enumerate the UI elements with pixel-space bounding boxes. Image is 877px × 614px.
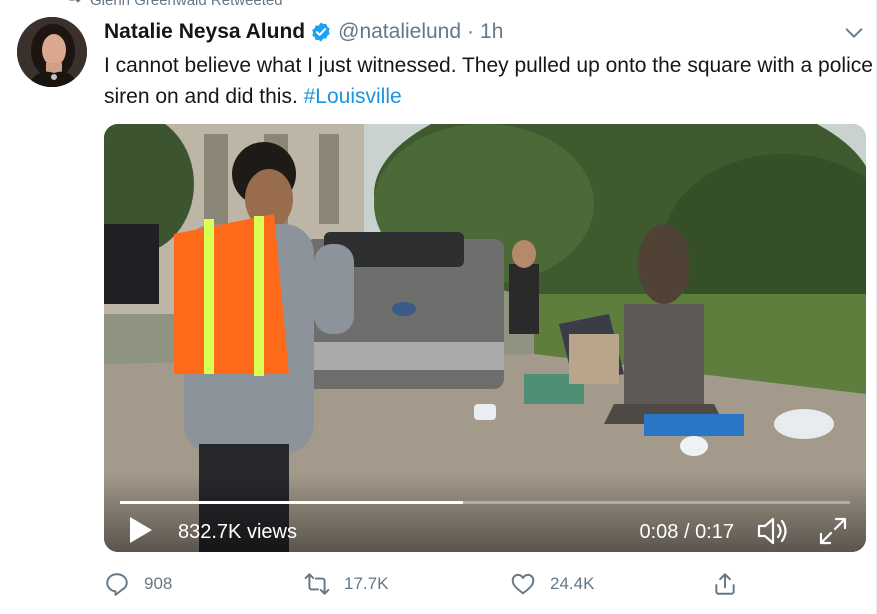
chevron-down-icon xyxy=(845,28,863,38)
like-button[interactable]: 24.4K xyxy=(510,570,594,598)
reply-button[interactable]: 908 xyxy=(104,570,172,598)
video-timecode: 0:08 / 0:17 xyxy=(639,521,734,544)
play-icon[interactable] xyxy=(128,516,154,544)
avatar-image xyxy=(17,17,87,87)
video-progress-bar[interactable] xyxy=(120,501,850,504)
view-count: 832.7K views xyxy=(178,521,297,543)
volume-icon[interactable] xyxy=(756,516,790,546)
current-time: 0:08 xyxy=(639,521,679,543)
fullscreen-icon[interactable] xyxy=(818,516,848,546)
share-icon xyxy=(715,573,735,595)
retweet-icon xyxy=(304,573,330,595)
retweet-button[interactable]: 17.7K xyxy=(304,570,388,598)
tweet-header: Natalie Neysa Alund @natalielund · 1h xyxy=(104,18,503,46)
video-progress-fill xyxy=(120,501,464,504)
tweet-body: I cannot believe what I just witnessed. … xyxy=(104,54,873,108)
handle[interactable]: @natalielund xyxy=(338,20,461,44)
retweet-banner-icon xyxy=(66,0,82,10)
verified-badge-icon xyxy=(312,22,330,42)
share-button[interactable] xyxy=(712,570,738,598)
retweet-banner[interactable]: Glenn Greenwald Retweeted xyxy=(66,0,283,10)
timestamp[interactable]: 1h xyxy=(480,20,503,44)
video-controls: 832.7K views 0:08 / 0:17 xyxy=(104,472,866,552)
hashtag-link[interactable]: #Louisville xyxy=(304,85,402,108)
avatar[interactable] xyxy=(17,17,87,87)
reply-count: 908 xyxy=(144,574,173,593)
tweet-actions: 908 17.7K 24.4K xyxy=(104,570,744,598)
like-icon xyxy=(511,573,535,595)
reply-icon xyxy=(106,573,128,596)
time-separator: / xyxy=(678,521,696,543)
video-player[interactable]: 832.7K views 0:08 / 0:17 xyxy=(104,124,866,552)
like-count: 24.4K xyxy=(550,574,595,593)
header-separator: · xyxy=(467,20,475,43)
video-duration: 0:17 xyxy=(695,521,734,543)
tweet-options-button[interactable] xyxy=(843,22,865,44)
retweet-count: 17.7K xyxy=(344,574,389,593)
display-name[interactable]: Natalie Neysa Alund xyxy=(104,20,305,44)
tweet-text: I cannot believe what I just witnessed. … xyxy=(104,50,874,112)
retweet-banner-text: Glenn Greenwald Retweeted xyxy=(90,0,283,9)
